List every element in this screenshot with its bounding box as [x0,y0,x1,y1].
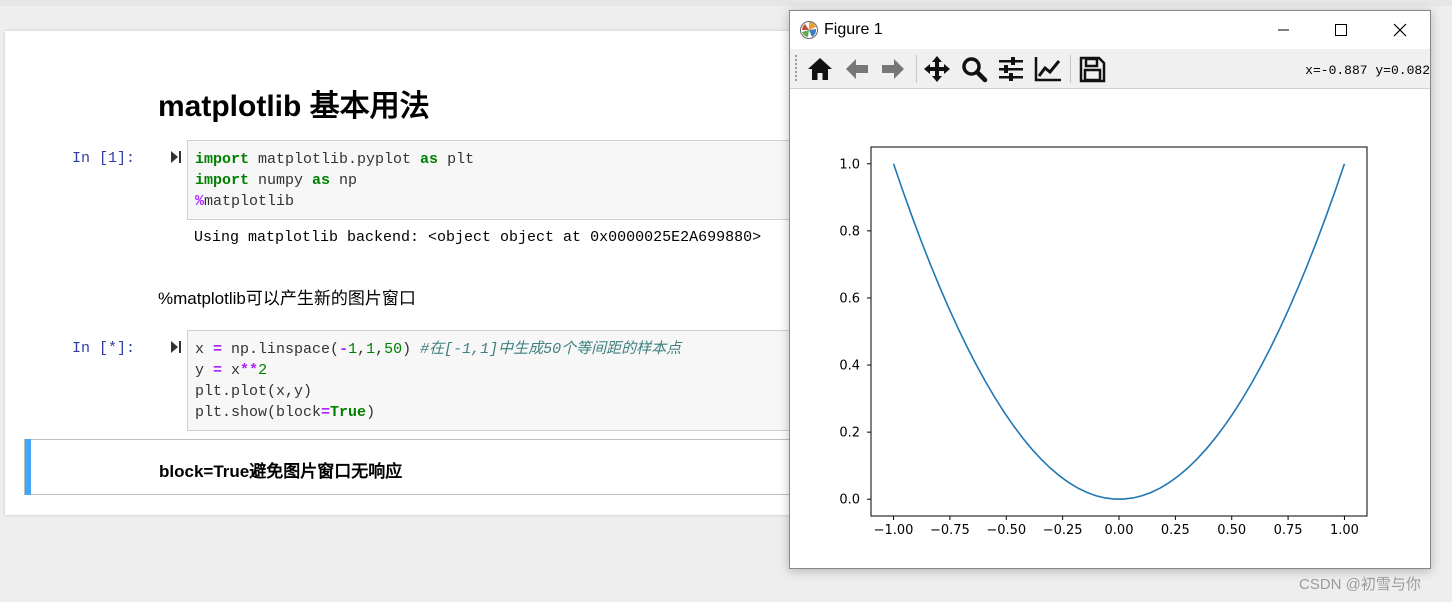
markdown-cell-text: %matplotlib可以产生新的图片窗口 [158,289,416,308]
notebook-title: matplotlib 基本用法 [158,90,430,123]
cell-1-output: Using matplotlib backend: <object object… [194,229,762,246]
x-tick-label: 0.00 [1105,523,1134,538]
code-line: plt.show(block=True) [195,404,376,421]
zoom-button[interactable] [958,53,990,85]
y-tick-label: 0.6 [839,291,860,306]
axes-frame [870,146,1368,517]
toolbar-separator [1070,55,1071,83]
configure-subplots-button[interactable] [995,53,1027,85]
x-tick-label: −1.00 [874,523,914,538]
run-cell-icon[interactable] [170,340,182,354]
pan-button[interactable] [921,53,953,85]
code-line: x = np.linspace(-1,1,50) #在[-1,1]中生成50个等… [195,341,682,358]
watermark: CSDN @初雪与你 [1299,576,1421,593]
selected-markdown-cell[interactable]: block=True避免图片窗口无响应 [24,439,830,495]
zoom-magnifier-icon [962,57,988,83]
maximize-icon [1335,24,1347,36]
toolbar-grip[interactable] [795,55,797,83]
figure-window[interactable]: Figure 1 x=-0.887 y=0.082 −1.00 −0.75 −0… [789,10,1431,569]
forward-arrow-icon [882,59,904,79]
figure-toolbar: x=-0.887 y=0.082 [790,49,1430,89]
cell-1-prompt: In [1]: [72,150,136,167]
code-line: import numpy as np [195,172,358,189]
code-line: y = x**2 [195,362,268,379]
markdown-bold-text: block=True避免图片窗口无响应 [159,462,403,481]
x-tick-label: 1.00 [1330,523,1359,538]
figure-titlebar[interactable]: Figure 1 [790,11,1430,49]
close-button[interactable] [1377,11,1423,49]
browser-top-strip [0,0,1452,6]
code-cell-2[interactable]: x = np.linspace(-1,1,50) #在[-1,1]中生成50个等… [187,330,827,431]
back-arrow-icon [846,59,868,79]
selected-cell-indicator [25,439,31,495]
run-cell-icon[interactable] [170,150,182,164]
figure-title: Figure 1 [824,21,883,38]
pan-move-icon [924,56,950,82]
y-tick-label: 0.4 [839,359,860,374]
y-tick-label: 0.8 [839,224,860,239]
subplots-configure-icon [999,57,1023,81]
minimize-button[interactable] [1260,11,1306,49]
y-tick-label: 0.2 [839,426,860,441]
home-icon [808,58,832,80]
code-line: import matplotlib.pyplot as plt [195,151,475,168]
minimize-icon [1278,29,1289,31]
forward-button[interactable] [877,53,909,85]
edit-axis-button[interactable] [1032,53,1064,85]
x-tick-label: 0.25 [1161,523,1190,538]
x-tick-label: −0.50 [986,523,1026,538]
plot-canvas[interactable]: −1.00 −0.75 −0.50 −0.25 0.00 0.25 0.50 0.75 1.00… [790,89,1430,567]
save-disk-icon [1079,56,1106,83]
coordinate-readout: x=-0.887 y=0.082 [1305,63,1430,78]
edit-axis-icon [1034,57,1061,82]
cell-2-prompt: In [*]: [72,340,136,357]
home-button[interactable] [804,53,836,85]
code-cell-1[interactable]: import matplotlib.pyplot as plt import nu… [187,140,827,220]
save-button[interactable] [1076,53,1108,85]
x-tick-label: 0.75 [1274,523,1303,538]
code-line: plt.plot(x,y) [195,383,313,400]
y-tick-label: 1.0 [839,157,860,172]
maximize-button[interactable] [1318,11,1364,49]
x-tick-label: −0.25 [1043,523,1083,538]
series-line [892,163,1346,500]
code-line: %matplotlib [195,193,295,210]
x-tick-label: −0.75 [930,523,970,538]
matplotlib-logo-icon [800,21,818,39]
toolbar-separator [916,55,917,83]
x-tick-label: 0.50 [1217,523,1246,538]
y-tick-label: 0.0 [839,493,860,508]
back-button[interactable] [841,53,873,85]
close-icon [1393,23,1407,37]
notebook-page: matplotlib 基本用法 In [1]: import matplotli… [5,31,830,515]
